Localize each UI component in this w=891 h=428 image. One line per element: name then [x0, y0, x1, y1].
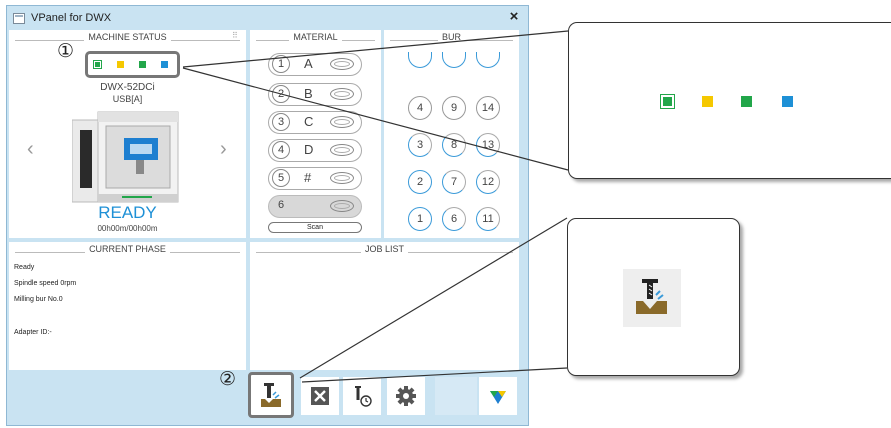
- callout-marker-1: ①: [57, 41, 75, 62]
- milling-icon: [636, 279, 667, 314]
- big-status-dot-3: [741, 96, 752, 107]
- big-status-dot-4: [782, 96, 793, 107]
- callout-marker-2: ②: [219, 369, 237, 390]
- big-status-dot-1: [660, 94, 675, 109]
- enlarged-status-indicators: [660, 92, 800, 110]
- big-status-dot-2: [702, 96, 713, 107]
- enlarged-milling-icon: [623, 269, 681, 327]
